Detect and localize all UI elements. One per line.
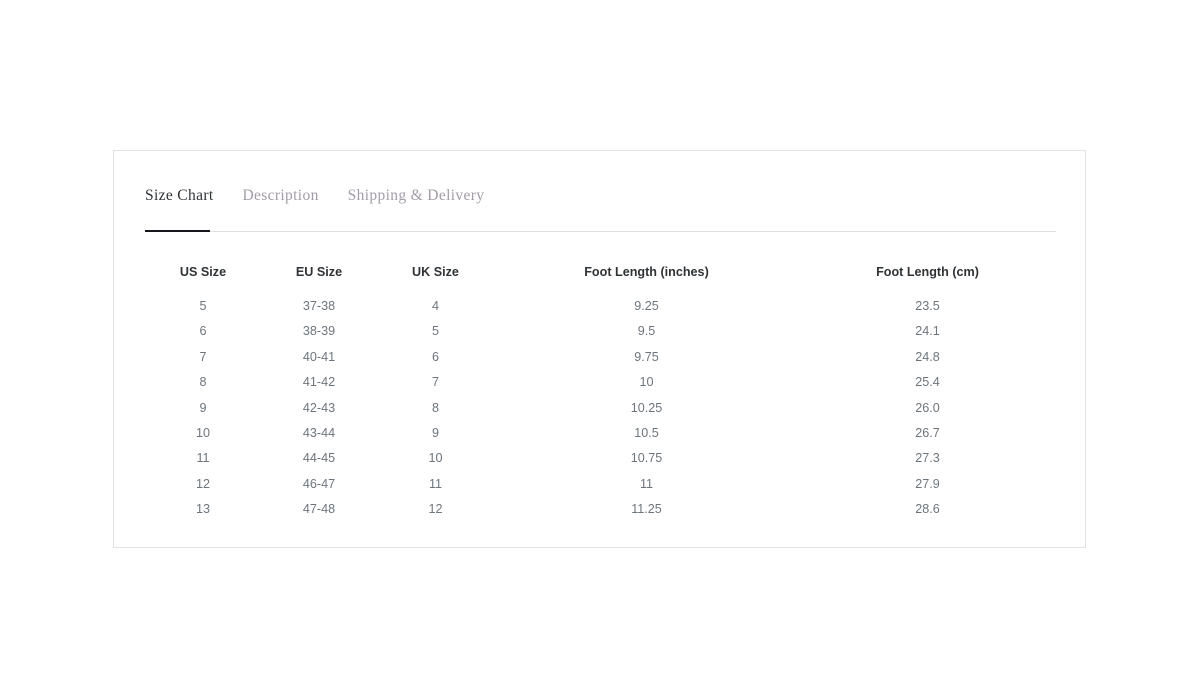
cell-us-size: 6 <box>199 324 207 339</box>
cell-us-size: 11 <box>196 451 210 466</box>
cell-us-size: 7 <box>199 349 207 364</box>
cell-foot-length-cm: 24.8 <box>915 349 940 364</box>
cell-foot-length-cm: 28.6 <box>915 502 940 517</box>
cell-foot-length-inches: 11 <box>639 476 654 491</box>
tab-bar-divider <box>145 231 1056 232</box>
tab-bar: Size Chart Description Shipping & Delive… <box>145 185 484 207</box>
cell-uk-size: 7 <box>431 375 439 390</box>
table-row: 11 44-45 10 10.75 27.3 <box>145 446 1056 471</box>
column-header-us-size: US Size <box>179 265 227 279</box>
cell-eu-size: 43-44 <box>302 426 336 441</box>
cell-uk-size: 12 <box>428 502 443 517</box>
cell-foot-length-inches: 9.25 <box>634 299 659 313</box>
cell-foot-length-inches: 9.5 <box>637 324 656 339</box>
table-row: 10 43-44 9 10.5 26.7 <box>145 421 1056 446</box>
table-row: 13 47-48 12 11.25 28.6 <box>145 497 1056 522</box>
cell-us-size: 13 <box>195 502 210 517</box>
cell-foot-length-cm: 25.4 <box>915 375 940 390</box>
cell-eu-size: 40-41 <box>302 349 336 364</box>
cell-eu-size: 47-48 <box>302 502 336 517</box>
cell-uk-size: 9 <box>431 426 439 441</box>
cell-uk-size: 8 <box>431 400 439 415</box>
column-header-foot-length-cm: Foot Length (cm) <box>876 265 979 279</box>
table-row: 5 37-38 4 9.25 23.5 <box>145 294 1056 319</box>
cell-foot-length-cm: 23.5 <box>915 299 940 313</box>
cell-us-size: 10 <box>195 426 210 441</box>
table-row: 12 46-47 11 11 27.9 <box>145 472 1056 497</box>
cell-foot-length-inches: 10.5 <box>634 426 659 441</box>
cell-us-size: 12 <box>195 476 210 491</box>
cell-eu-size: 44-45 <box>302 451 336 466</box>
tab-description[interactable]: Description <box>243 185 319 207</box>
cell-uk-size: 11 <box>428 476 443 491</box>
cell-foot-length-inches: 10.75 <box>630 451 663 466</box>
cell-uk-size: 5 <box>431 324 439 339</box>
cell-foot-length-inches: 10.25 <box>630 400 663 415</box>
table-header: US Size EU Size UK Size Foot Length (inc… <box>145 264 1056 294</box>
cell-uk-size: 6 <box>431 349 439 364</box>
active-tab-indicator <box>145 230 210 232</box>
table-row: 9 42-43 8 10.25 26.0 <box>145 396 1056 421</box>
cell-foot-length-inches: 10 <box>639 375 654 390</box>
cell-eu-size: 41-42 <box>302 375 336 390</box>
cell-eu-size: 42-43 <box>302 400 336 415</box>
cell-us-size: 9 <box>199 400 207 415</box>
cell-eu-size: 38-39 <box>302 324 336 339</box>
column-header-eu-size: EU Size <box>295 265 343 279</box>
cell-foot-length-cm: 24.1 <box>915 324 940 339</box>
cell-foot-length-cm: 27.3 <box>915 451 940 466</box>
table-row: 6 38-39 5 9.5 24.1 <box>145 319 1056 344</box>
cell-foot-length-cm: 26.0 <box>915 400 940 415</box>
cell-foot-length-cm: 26.7 <box>915 426 940 441</box>
cell-us-size: 5 <box>199 299 207 313</box>
cell-uk-size: 4 <box>431 299 439 313</box>
cell-foot-length-cm: 27.9 <box>915 476 940 491</box>
cell-foot-length-inches: 9.75 <box>634 349 659 364</box>
tab-size-chart[interactable]: Size Chart <box>145 185 214 207</box>
table-header-row: US Size EU Size UK Size Foot Length (inc… <box>145 264 1056 294</box>
cell-eu-size: 37-38 <box>302 299 336 313</box>
tab-shipping-and-delivery[interactable]: Shipping & Delivery <box>348 185 485 207</box>
column-header-uk-size: UK Size <box>412 265 459 279</box>
cell-eu-size: 46-47 <box>302 476 336 491</box>
size-chart-card: Size Chart Description Shipping & Delive… <box>113 150 1086 548</box>
cell-foot-length-inches: 11.25 <box>631 502 662 517</box>
cell-us-size: 8 <box>199 375 207 390</box>
size-chart-table: US Size EU Size UK Size Foot Length (inc… <box>145 264 1056 523</box>
table-body: 5 37-38 4 9.25 23.5 6 38-39 5 9.5 24.1 7 40-41 6 9.75… <box>145 294 1056 523</box>
table-row: 7 40-41 6 9.75 24.8 <box>145 345 1056 370</box>
table-row: 8 41-42 7 10 25.4 <box>145 370 1056 395</box>
cell-uk-size: 10 <box>428 451 443 466</box>
column-header-foot-length-inches: Foot Length (inches) <box>584 265 709 279</box>
